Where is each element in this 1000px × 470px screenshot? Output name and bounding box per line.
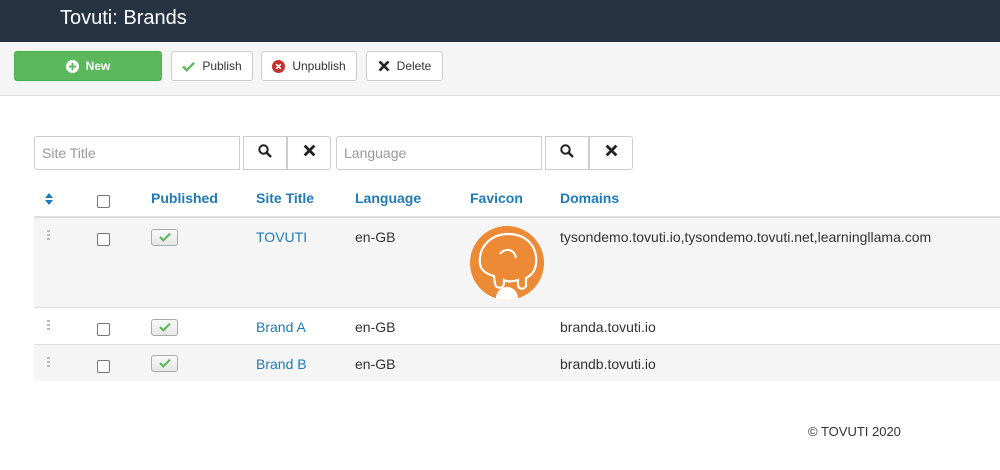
domains-cell: branda.tovuti.io [560,319,656,335]
site-title-link[interactable]: Brand A [256,319,306,335]
language-filter-input[interactable]: Language [336,136,542,170]
close-icon [378,60,390,72]
language-cell: en-GB [355,356,396,372]
publish-button-label: Publish [202,59,242,73]
language-placeholder: Language [344,145,407,161]
language-search-button[interactable] [545,136,589,170]
drag-handle-icon[interactable] [47,230,50,242]
column-header-published[interactable]: Published [151,190,218,206]
language-clear-button[interactable] [589,136,633,170]
delete-button-label: Delete [396,59,432,73]
search-icon [560,143,574,163]
language-cell: en-GB [355,229,396,245]
site-title-link[interactable]: TOVUTI [256,229,307,245]
close-icon [303,144,316,162]
table-row [34,345,1000,381]
unpublish-button[interactable]: Unpublish [261,51,357,81]
row-checkbox[interactable] [97,360,110,373]
search-icon [258,143,272,163]
checkmark-icon [158,229,171,247]
checkmark-icon [182,61,196,72]
published-toggle[interactable] [151,355,178,372]
domains-cell: brandb.tovuti.io [560,356,656,372]
elephant-favicon-image [470,226,544,300]
page-title: Tovuti: Brands [60,7,187,29]
unpublish-button-label: Unpublish [292,59,346,73]
column-header-language[interactable]: Language [355,190,421,206]
row-checkbox[interactable] [97,233,110,246]
column-header-favicon[interactable]: Favicon [470,190,523,206]
table-row [34,308,1000,344]
select-all-checkbox[interactable] [97,195,110,208]
publish-button[interactable]: Publish [171,51,253,81]
domains-cell: tysondemo.tovuti.io,tysondemo.tovuti.net… [560,229,932,245]
new-button-label: New [85,59,111,73]
site-title-link[interactable]: Brand B [256,356,307,372]
published-toggle[interactable] [151,319,178,336]
site-title-placeholder: Site Title [42,145,96,161]
language-cell: en-GB [355,319,396,335]
site-title-search-button[interactable] [243,136,287,170]
row-checkbox[interactable] [97,323,110,336]
site-title-clear-button[interactable] [287,136,331,170]
checkmark-icon [158,355,171,373]
footer-copyright: © TOVUTI 2020 [808,424,901,439]
delete-button[interactable]: Delete [366,51,443,81]
site-title-filter-input[interactable]: Site Title [34,136,240,170]
published-toggle[interactable] [151,229,178,246]
column-header-site-title[interactable]: Site Title [256,190,314,206]
column-header-domains[interactable]: Domains [560,190,619,206]
checkmark-icon [158,319,171,337]
plus-circle-icon [65,59,79,73]
drag-handle-icon[interactable] [47,357,50,369]
sort-order-icon[interactable] [45,192,53,210]
close-icon [605,144,618,162]
app-header: Tovuti: Brands [0,0,1000,42]
toolbar: New Publish Unpublish Delete [0,42,1000,96]
new-button[interactable]: New [14,51,162,81]
drag-handle-icon[interactable] [47,320,50,332]
times-circle-icon [272,59,286,73]
